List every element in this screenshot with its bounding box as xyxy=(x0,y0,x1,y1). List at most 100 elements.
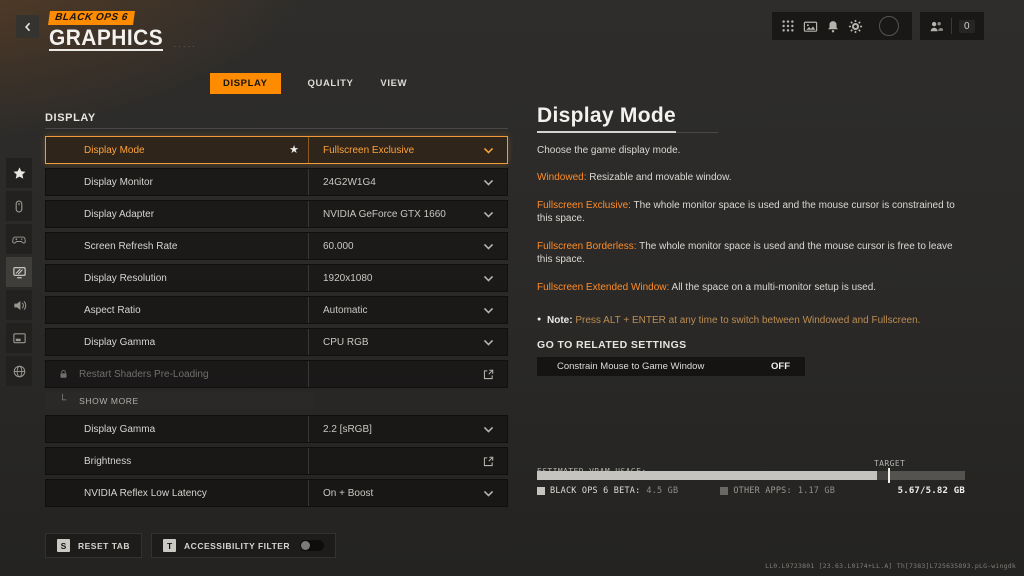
related-setting-value: OFF xyxy=(771,361,790,372)
logo: BLACK OPS 6 GRAPHICS ····· xyxy=(49,7,197,51)
mode-description-line: Windowed: Resizable and movable window. xyxy=(537,171,969,184)
row-value-area: 24G2W1G4 xyxy=(309,169,507,195)
setting-label: Display Mode xyxy=(84,145,145,156)
setting-label: Screen Refresh Rate xyxy=(84,241,177,252)
tab-quality[interactable]: QUALITY xyxy=(308,73,354,94)
chevron-down-icon xyxy=(482,423,495,436)
accessibility-filter-button[interactable]: T ACCESSIBILITY FILTER xyxy=(151,533,336,558)
mode-description-line: Fullscreen Borderless: The whole monitor… xyxy=(537,240,969,266)
screenshots-icon[interactable] xyxy=(803,19,818,34)
friends-icon[interactable] xyxy=(928,19,944,34)
row-value-area xyxy=(309,361,507,387)
chevron-down-icon xyxy=(482,487,495,500)
favorite-star-icon: ★ xyxy=(289,145,299,156)
reset-label: RESET TAB xyxy=(78,541,130,551)
chevron-down-icon xyxy=(482,336,495,349)
row-value-area: NVIDIA GeForce GTX 1660 xyxy=(309,201,507,227)
row-value-area: On + Boost xyxy=(309,480,507,506)
legend-label: OTHER APPS: xyxy=(733,486,792,496)
setting-row-display-monitor[interactable]: Display Monitor24G2W1G4 xyxy=(45,168,508,196)
controller-icon xyxy=(11,233,27,246)
rail-item-controller[interactable] xyxy=(6,224,32,254)
setting-row-display-adapter[interactable]: Display AdapterNVIDIA GeForce GTX 1660 xyxy=(45,200,508,228)
settings-gear-icon[interactable] xyxy=(848,19,863,34)
chevron-down-icon xyxy=(482,208,495,221)
setting-row-screen-refresh-rate[interactable]: Screen Refresh Rate 60.000 xyxy=(45,232,508,260)
vram-total: 5.67/5.82 GB xyxy=(898,486,965,496)
row-value-area: 60.000 xyxy=(309,233,507,259)
topbar-social: 0 xyxy=(920,12,984,40)
vram-legend-item: OTHER APPS: 1.17 GB xyxy=(720,486,835,496)
accessibility-toggle[interactable] xyxy=(300,540,324,551)
back-button[interactable] xyxy=(16,15,39,38)
setting-row-aspect-ratio[interactable]: Aspect Ratio Automatic xyxy=(45,296,508,324)
topbar-utilities xyxy=(772,12,912,40)
note-line: ● Note: Press ALT + ENTER at any time to… xyxy=(537,315,969,326)
legend-label: BLACK OPS 6 BETA: xyxy=(550,486,640,496)
rail-item-graphics-display[interactable] xyxy=(6,257,32,287)
show-more-button[interactable]: └SHOW MORE xyxy=(45,392,313,409)
settings-list: DISPLAY Display Mode★Fullscreen Exclusiv… xyxy=(45,112,508,511)
setting-row-display-gamma[interactable]: Display GammaCPU RGB xyxy=(45,328,508,356)
rail-item-audio-speaker[interactable] xyxy=(6,290,32,320)
settings-category-rail xyxy=(6,158,32,386)
footer-buttons: S RESET TAB T ACCESSIBILITY FILTER xyxy=(45,533,336,558)
row-value-area: CPU RGB xyxy=(309,329,507,355)
row-value-area: 1920x1080 xyxy=(309,265,507,291)
logo-decoration: ····· xyxy=(174,42,197,51)
legend-value: 4.5 GB xyxy=(646,486,678,496)
mode-desc: All the space on a multi-monitor setup i… xyxy=(669,282,876,293)
row-label-area: Display Adapter xyxy=(46,201,308,227)
mode-term: Fullscreen Exclusive: xyxy=(537,200,631,211)
setting-row-nvidia-reflex-low-latency[interactable]: NVIDIA Reflex Low Latency On + Boost xyxy=(45,479,508,507)
vram-target-tick xyxy=(888,468,890,483)
row-value-area: 2.2 [sRGB] xyxy=(309,416,507,442)
vram-target-label: TARGET xyxy=(874,459,905,468)
rail-item-favorites-star[interactable] xyxy=(6,158,32,188)
note-text: Press ALT + ENTER at any time to switch … xyxy=(573,315,921,326)
tab-display[interactable]: DISPLAY xyxy=(210,73,281,94)
avatar[interactable] xyxy=(879,16,899,36)
row-value-area: Automatic xyxy=(309,297,507,323)
rail-item-mouse[interactable] xyxy=(6,191,32,221)
show-more-label: SHOW MORE xyxy=(79,396,139,406)
setting-value: 2.2 [sRGB] xyxy=(323,424,372,435)
legend-value: 1.17 GB xyxy=(798,486,835,496)
setting-value: 1920x1080 xyxy=(323,273,373,284)
rail-item-network-globe[interactable] xyxy=(6,356,32,386)
accessibility-key-badge: T xyxy=(163,539,176,552)
detail-intro: Choose the game display mode. xyxy=(537,145,969,156)
related-setting-constrain-mouse[interactable]: Constrain Mouse to Game Window OFF xyxy=(537,357,805,376)
setting-row-brightness[interactable]: Brightness xyxy=(45,447,508,475)
setting-value: CPU RGB xyxy=(323,337,369,348)
reset-tab-button[interactable]: S RESET TAB xyxy=(45,533,142,558)
note-label: Note: xyxy=(547,315,573,326)
mode-desc: Resizable and movable window. xyxy=(586,172,731,183)
page-title: GRAPHICS xyxy=(49,26,163,51)
tab-view[interactable]: VIEW xyxy=(380,73,407,94)
setting-row-display-mode[interactable]: Display Mode★Fullscreen Exclusive xyxy=(45,136,508,164)
chevron-down-icon xyxy=(482,240,495,253)
section-title: DISPLAY xyxy=(45,112,508,124)
lock-icon xyxy=(58,368,69,380)
row-label-area: NVIDIA Reflex Low Latency xyxy=(46,480,308,506)
notifications-bell-icon[interactable] xyxy=(826,19,840,34)
row-value-area xyxy=(309,448,507,474)
external-link-icon xyxy=(482,455,495,468)
setting-row-display-gamma[interactable]: Display Gamma2.2 [sRGB] xyxy=(45,415,508,443)
row-label-area: Brightness xyxy=(46,448,308,474)
audio-speaker-icon xyxy=(12,298,27,313)
apps-grid-icon[interactable] xyxy=(781,19,795,33)
setting-label: NVIDIA Reflex Low Latency xyxy=(84,488,207,499)
settings-tabs: DISPLAY QUALITY VIEW xyxy=(210,73,407,94)
detail-title: Display Mode xyxy=(537,104,676,133)
rail-item-interface[interactable] xyxy=(6,323,32,353)
detail-panel: Display Mode Choose the game display mod… xyxy=(537,104,969,376)
setting-row-display-resolution[interactable]: Display Resolution 1920x1080 xyxy=(45,264,508,292)
setting-value: 60.000 xyxy=(323,241,354,252)
chevron-down-icon xyxy=(482,304,495,317)
setting-label: Aspect Ratio xyxy=(84,305,141,316)
row-label-area: Screen Refresh Rate xyxy=(46,233,308,259)
toggle-knob xyxy=(301,541,310,550)
row-label-area: Display Resolution xyxy=(46,265,308,291)
